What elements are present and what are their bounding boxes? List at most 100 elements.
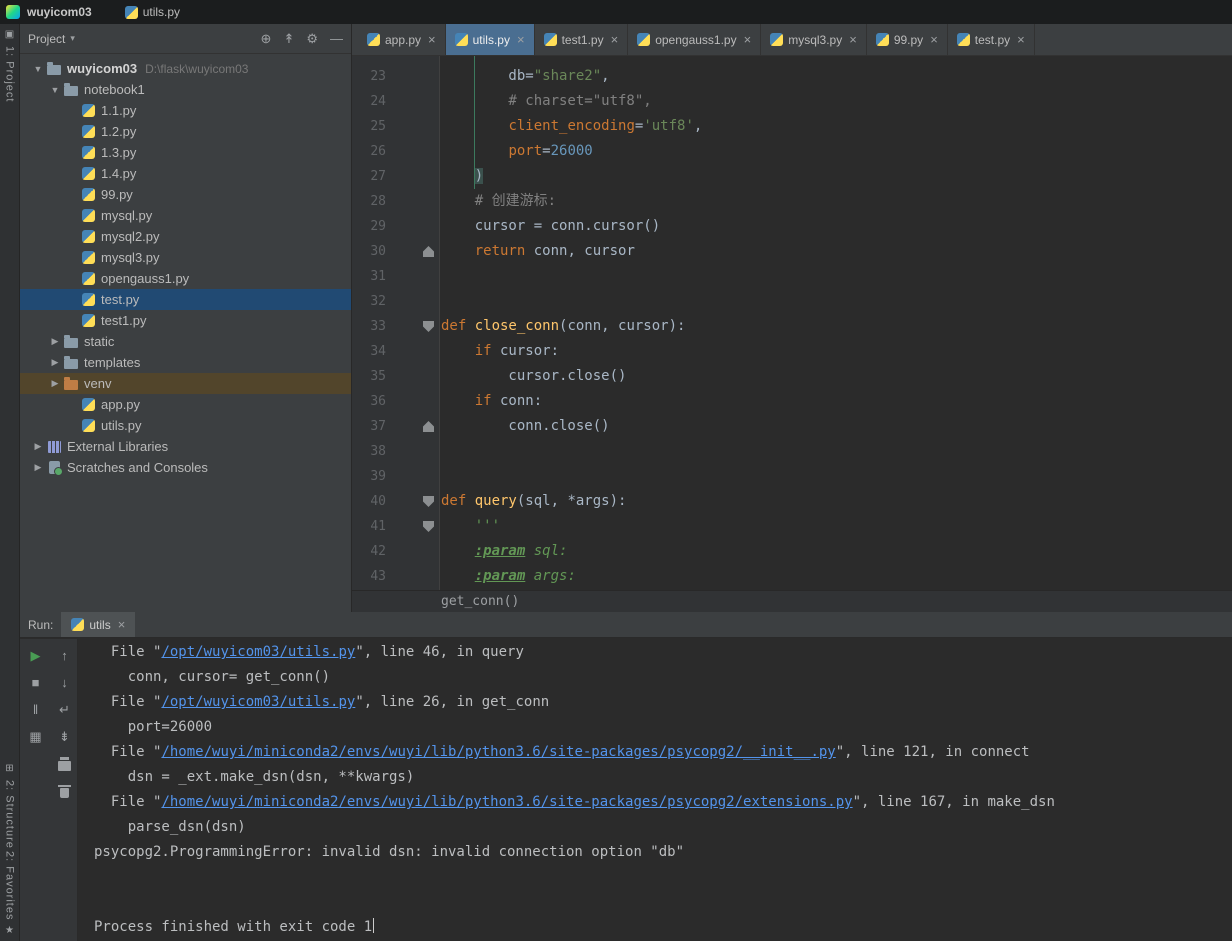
python-file-icon: [544, 33, 557, 46]
tree-item-99-py[interactable]: 99.py: [20, 184, 351, 205]
tree-item-utils-py[interactable]: utils.py: [20, 415, 351, 436]
tree-item-scratches-and-consoles[interactable]: ▶Scratches and Consoles: [20, 457, 351, 478]
line-number[interactable]: 26: [352, 139, 386, 164]
line-number[interactable]: 24: [352, 89, 386, 114]
tree-item-wuyicom03[interactable]: ▼wuyicom03D:\flask\wuyicom03: [20, 58, 351, 79]
print-icon[interactable]: [56, 755, 73, 772]
chevron-expanded-icon[interactable]: ▼: [30, 64, 46, 74]
tree-item-templates[interactable]: ▶templates: [20, 352, 351, 373]
line-number[interactable]: 42: [352, 539, 386, 564]
chevron-collapsed-icon[interactable]: ▶: [47, 357, 63, 368]
stacktrace-link[interactable]: /opt/wuyicom03/utils.py: [161, 694, 355, 710]
stacktrace-link[interactable]: /home/wuyi/miniconda2/envs/wuyi/lib/pyth…: [161, 794, 852, 810]
tree-item-mysql-py[interactable]: mysql.py: [20, 205, 351, 226]
line-number[interactable]: 32: [352, 289, 386, 314]
code-line-text: # charset="utf8",: [441, 89, 652, 114]
console-line: Process finished with exit code 1: [94, 915, 1232, 940]
line-number[interactable]: 39: [352, 464, 386, 489]
fold-marker-icon[interactable]: [423, 496, 434, 507]
tab-test1-py[interactable]: test1.py×: [535, 24, 629, 55]
soft-wrap-icon[interactable]: ↵: [56, 701, 73, 718]
chevron-expanded-icon[interactable]: ▼: [47, 85, 63, 95]
fold-marker-icon[interactable]: [423, 321, 434, 332]
close-icon[interactable]: ×: [118, 617, 126, 632]
rerun-icon[interactable]: ▶: [27, 647, 44, 664]
tool-button-favorites[interactable]: 2: Favorites ★: [0, 851, 19, 937]
console-output[interactable]: File "/opt/wuyicom03/utils.py", line 46,…: [78, 639, 1232, 941]
line-number[interactable]: 29: [352, 214, 386, 239]
editor[interactable]: 23 db="share2",24 # charset="utf8",25 cl…: [352, 56, 1232, 590]
tree-item-1-2-py[interactable]: 1.2.py: [20, 121, 351, 142]
settings-icon[interactable]: ⚙: [306, 32, 318, 46]
fold-marker-icon[interactable]: [423, 421, 434, 432]
tab-app-py[interactable]: app.py×: [358, 24, 446, 55]
pause-output-icon[interactable]: ‖: [27, 701, 44, 718]
tree-item-label: External Libraries: [67, 439, 168, 454]
line-number[interactable]: 23: [352, 64, 386, 89]
tree-item-test1-py[interactable]: test1.py: [20, 310, 351, 331]
tree-item-opengauss1-py[interactable]: opengauss1.py: [20, 268, 351, 289]
close-icon[interactable]: ×: [611, 32, 619, 47]
restore-layout-icon[interactable]: ▦: [27, 728, 44, 745]
code-line-35: 35 cursor.close(): [352, 364, 1232, 389]
stacktrace-link[interactable]: /home/wuyi/miniconda2/envs/wuyi/lib/pyth…: [161, 744, 835, 760]
close-icon[interactable]: ×: [428, 32, 436, 47]
tab-utils-py[interactable]: utils.py×: [446, 24, 535, 55]
tree-item-venv[interactable]: ▶venv: [20, 373, 351, 394]
fold-marker-icon[interactable]: [423, 246, 434, 257]
tab-opengauss1-py[interactable]: opengauss1.py×: [628, 24, 761, 55]
chevron-collapsed-icon[interactable]: ▶: [30, 462, 46, 473]
tree-item-static[interactable]: ▶static: [20, 331, 351, 352]
close-icon[interactable]: ×: [849, 32, 857, 47]
tree-item-external-libraries[interactable]: ▶ External Libraries: [20, 436, 351, 457]
stop-icon[interactable]: ■: [27, 674, 44, 691]
tab-mysql3-py[interactable]: mysql3.py×: [761, 24, 867, 55]
tree-item-test-py[interactable]: test.py: [20, 289, 351, 310]
line-number[interactable]: 37: [352, 414, 386, 439]
collapse-all-icon[interactable]: ↟: [283, 32, 294, 46]
tree-item-app-py[interactable]: app.py: [20, 394, 351, 415]
line-number[interactable]: 33: [352, 314, 386, 339]
tree-item-mysql2-py[interactable]: mysql2.py: [20, 226, 351, 247]
chevron-collapsed-icon[interactable]: ▶: [47, 378, 63, 389]
scroll-to-end-icon[interactable]: ⇟: [56, 728, 73, 745]
tree-item-1-1-py[interactable]: 1.1.py: [20, 100, 351, 121]
hide-panel-icon[interactable]: —: [330, 32, 343, 46]
line-number[interactable]: 30: [352, 239, 386, 264]
tree-item-mysql3-py[interactable]: mysql3.py: [20, 247, 351, 268]
line-number[interactable]: 35: [352, 364, 386, 389]
line-number[interactable]: 36: [352, 389, 386, 414]
line-number[interactable]: 31: [352, 264, 386, 289]
tree-item-notebook1[interactable]: ▼notebook1: [20, 79, 351, 100]
line-number[interactable]: 34: [352, 339, 386, 364]
tab-99-py[interactable]: 99.py×: [867, 24, 948, 55]
tab-test-py[interactable]: test.py×: [948, 24, 1035, 55]
locate-icon[interactable]: ⊕: [261, 32, 272, 46]
line-number[interactable]: 25: [352, 114, 386, 139]
chevron-collapsed-icon[interactable]: ▶: [30, 441, 46, 452]
line-number[interactable]: 38: [352, 439, 386, 464]
close-icon[interactable]: ×: [1017, 32, 1025, 47]
line-number[interactable]: 43: [352, 564, 386, 589]
up-stacktrace-icon[interactable]: ↑: [56, 647, 73, 664]
line-number[interactable]: 40: [352, 489, 386, 514]
close-icon[interactable]: ×: [930, 32, 938, 47]
close-icon[interactable]: ×: [744, 32, 752, 47]
chevron-collapsed-icon[interactable]: ▶: [47, 336, 63, 347]
line-number[interactable]: 28: [352, 189, 386, 214]
stacktrace-link[interactable]: /opt/wuyicom03/utils.py: [161, 644, 355, 660]
tool-button-structure[interactable]: ⊞ 2: Structure: [0, 763, 19, 849]
code-line-text: cursor.close(): [441, 364, 626, 389]
fold-marker-icon[interactable]: [423, 521, 434, 532]
folder-icon: [46, 63, 62, 75]
down-stacktrace-icon[interactable]: ↓: [56, 674, 73, 691]
tree-item-1-4-py[interactable]: 1.4.py: [20, 163, 351, 184]
tree-item-1-3-py[interactable]: 1.3.py: [20, 142, 351, 163]
clear-all-icon[interactable]: [56, 782, 73, 799]
line-number[interactable]: 41: [352, 514, 386, 539]
project-view-dropdown[interactable]: Project ▾: [28, 32, 75, 46]
line-number[interactable]: 27: [352, 164, 386, 189]
tool-button-project[interactable]: ▣ 1: Project: [0, 29, 19, 102]
run-tab-utils[interactable]: utils ×: [61, 612, 135, 637]
close-icon[interactable]: ×: [517, 32, 525, 47]
